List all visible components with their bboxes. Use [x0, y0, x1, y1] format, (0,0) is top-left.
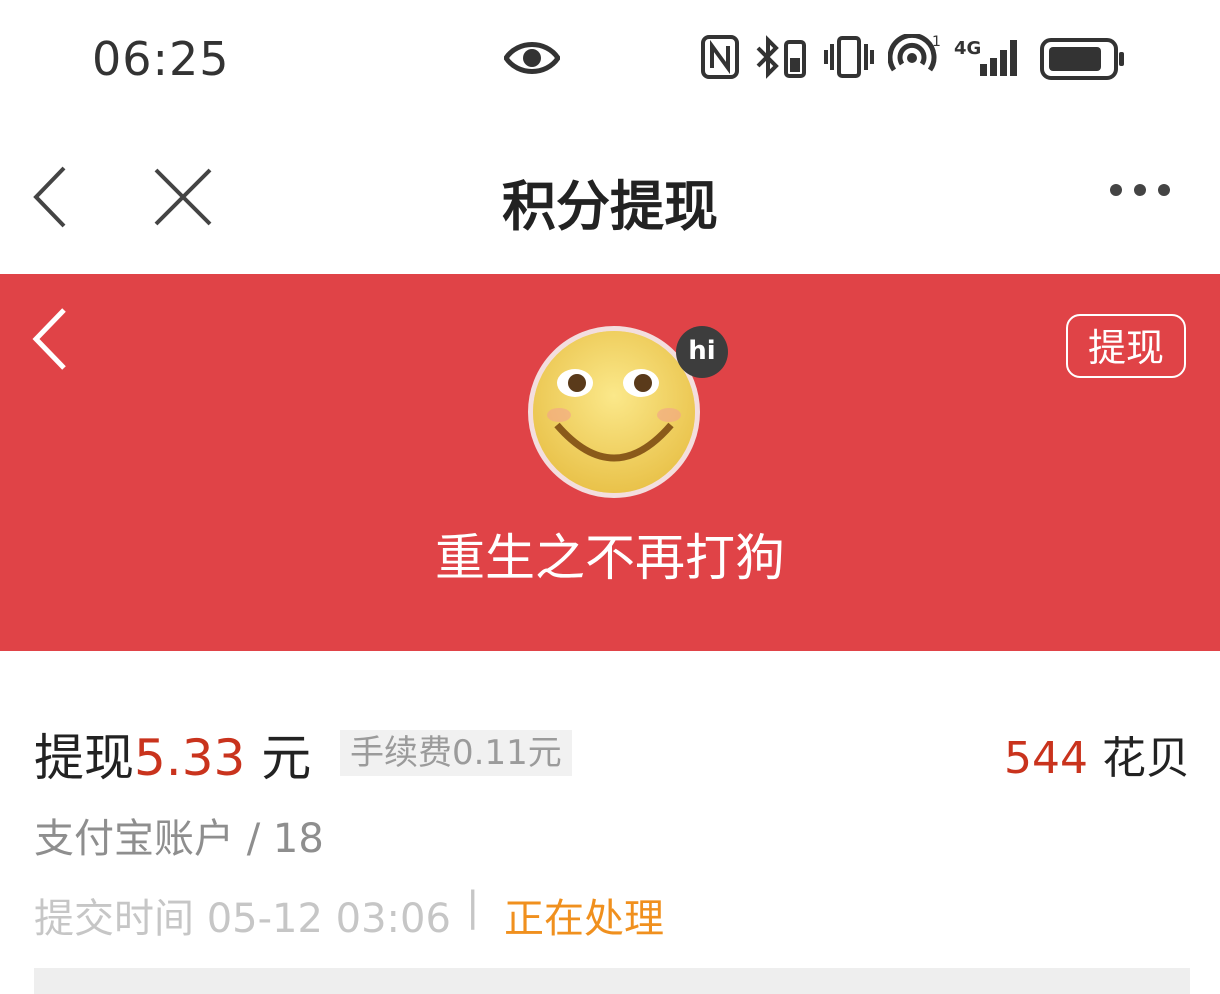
more-dot-icon — [1110, 184, 1122, 196]
avatar-image — [528, 326, 700, 498]
more-button[interactable] — [1110, 184, 1170, 196]
status-time: 06:25 — [92, 32, 230, 86]
points-value: 544 — [1004, 733, 1088, 784]
avatar[interactable]: hi — [528, 326, 728, 506]
status-icons: 1 4G — [700, 34, 1026, 80]
account-row: 支付宝账户 / 18 — [34, 798, 1190, 878]
withdraw-prefix: 提现 — [34, 729, 134, 787]
points-unit: 花贝 — [1088, 733, 1190, 784]
redacted-account-mask — [342, 806, 762, 862]
cell-signal-icon: 4G — [954, 38, 1017, 76]
status-text: 正在处理 — [504, 896, 664, 942]
vibrate-icon — [824, 36, 874, 78]
profile-banner: 提现 hi 重生之不再打狗 — [0, 274, 1220, 651]
banner-back-button[interactable] — [30, 306, 70, 372]
withdraw-amount-text: 提现5.33 元 — [34, 718, 311, 790]
chevron-left-icon — [32, 308, 66, 370]
points-spent: 544 花贝 — [1004, 722, 1190, 786]
more-dot-icon — [1134, 184, 1146, 196]
page-title: 积分提现 — [502, 175, 718, 238]
nickname: 重生之不再打狗 — [435, 529, 785, 587]
amount-unit: 元 — [245, 729, 312, 787]
submit-time: 提交时间 05-12 03:06 — [34, 896, 451, 942]
bluetooth-battery-icon — [756, 35, 806, 79]
withdraw-amount: 5.33 — [134, 729, 246, 787]
hotspot-icon: 1 — [888, 34, 940, 72]
withdraw-record[interactable]: 提现5.33 元 手续费0.11元 544 花贝 支付宝账户 / 18 提交时间… — [34, 714, 1190, 944]
next-record-placeholder — [34, 968, 1190, 994]
separator: | — [466, 884, 480, 930]
withdraw-button[interactable]: 提现 — [1066, 314, 1186, 378]
smiley-face-icon — [533, 331, 695, 493]
time-status-row: 提交时间 05-12 03:06 | 正在处理 — [34, 884, 1190, 944]
status-bar: 06:25 1 4G — [0, 0, 1220, 120]
account-text: 支付宝账户 / 18 — [34, 816, 324, 862]
battery-icon — [1040, 38, 1126, 84]
title-bar: 积分提现 — [0, 140, 1220, 274]
fee-tag: 手续费0.11元 — [340, 730, 572, 776]
record-header-row: 提现5.33 元 手续费0.11元 544 花贝 — [34, 714, 1190, 787]
svg-text:4G: 4G — [954, 38, 981, 59]
hi-badge: hi — [676, 326, 728, 378]
more-dot-icon — [1158, 184, 1170, 196]
eye-icon — [502, 38, 562, 82]
svg-text:1: 1 — [932, 34, 940, 50]
nfc-icon — [701, 35, 739, 79]
